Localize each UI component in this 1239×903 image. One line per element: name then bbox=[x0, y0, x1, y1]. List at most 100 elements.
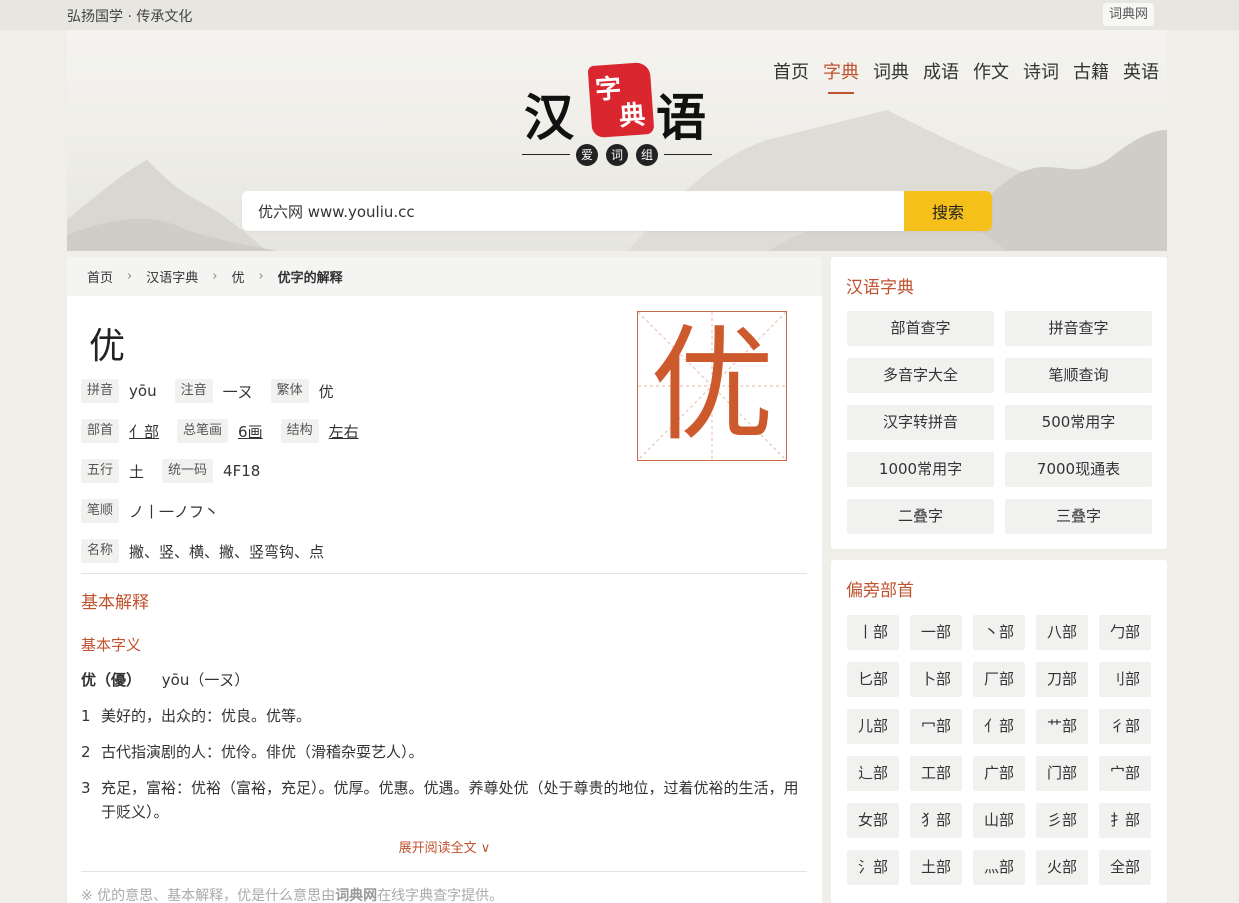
radical-link[interactable]: 扌部 bbox=[1099, 803, 1151, 838]
sidebar-link[interactable]: 部首查字 bbox=[847, 311, 994, 346]
sidebar-link[interactable]: 拼音查字 bbox=[1005, 311, 1152, 346]
source-note: ※ 优的意思、基本解释，优是什么意思由词典网在线字典查字提供。 bbox=[81, 888, 504, 903]
sidebar-link[interactable]: 汉字转拼音 bbox=[847, 405, 994, 440]
section-title-basic: 基本解释 bbox=[81, 593, 149, 613]
radical-link[interactable]: 门部 bbox=[1036, 756, 1088, 791]
search-input[interactable] bbox=[242, 191, 904, 231]
main-nav: 首页 字典 词典 成语 作文 诗词 古籍 英语 bbox=[773, 58, 1159, 94]
expand-full-text-link[interactable]: 展开阅读全文 ∨ bbox=[67, 837, 822, 856]
breadcrumb-home[interactable]: 首页 bbox=[87, 267, 113, 286]
sidebar-link[interactable]: 多音字大全 bbox=[847, 358, 994, 393]
sidebar-link[interactable]: 1000常用字 bbox=[847, 452, 994, 487]
pinyin-label: 拼音 bbox=[81, 379, 120, 403]
character-properties: 拼音 yōu 注音 一ㄡ 繁体 优 部首 亻部 总笔画 6画 结构 左右 五行 … bbox=[81, 371, 621, 571]
search-button[interactable]: 搜索 bbox=[904, 191, 992, 231]
site-logo[interactable]: 汉 字 典 语 爱 词 组 bbox=[522, 60, 712, 170]
nav-home[interactable]: 首页 bbox=[773, 58, 809, 94]
top-bar: 弘扬国学 · 传承文化 词典网 bbox=[0, 0, 1239, 30]
list-item: 3 充足，富裕：优裕（富裕，充足）。优厚。优惠。优遇。养尊处优（处于尊贵的地位，… bbox=[81, 779, 799, 821]
traditional-label: 繁体 bbox=[270, 379, 309, 403]
source-brand-link[interactable]: 词典网 bbox=[335, 888, 377, 903]
page-title: 优 bbox=[89, 326, 126, 367]
radical-link[interactable]: 火部 bbox=[1036, 850, 1088, 885]
radical-link[interactable]: 儿部 bbox=[847, 709, 899, 744]
sidebar-dictionary-panel: 汉语字典 部首查字 拼音查字 多音字大全 笔顺查询 汉字转拼音 500常用字 1… bbox=[831, 257, 1167, 549]
radical-link[interactable]: 亻部 bbox=[973, 709, 1025, 744]
nav-guji[interactable]: 古籍 bbox=[1073, 58, 1109, 94]
radical-link[interactable]: 彡部 bbox=[1036, 803, 1088, 838]
character-glyph: 优 bbox=[649, 314, 774, 458]
head-char: 优（優） bbox=[81, 671, 142, 689]
sidebar-link[interactable]: 笔顺查询 bbox=[1005, 358, 1152, 393]
unicode-value: 4F18 bbox=[223, 462, 261, 480]
stroke-names-value: 撇、竖、横、撇、竖弯钩、点 bbox=[129, 542, 325, 561]
radical-link[interactable]: 灬部 bbox=[973, 850, 1025, 885]
site-link[interactable]: 词典网 bbox=[1103, 3, 1155, 26]
subsection-title: 基本字义 bbox=[81, 636, 142, 654]
structure-link[interactable]: 左右 bbox=[329, 421, 359, 442]
radical-link[interactable]: 八部 bbox=[1036, 615, 1088, 650]
radical-link[interactable]: 刀部 bbox=[1036, 662, 1088, 697]
breadcrumb: 首页 › 汉语字典 › 优 › 优字的解释 bbox=[67, 257, 822, 296]
radical-link[interactable]: 丨部 bbox=[847, 615, 899, 650]
sidebar-link[interactable]: 7000现通表 bbox=[1005, 452, 1152, 487]
radical-links: 丨部 一部 丶部 八部 勹部 匕部 卜部 厂部 刀部 刂部 儿部 冖部 亻部 艹… bbox=[847, 615, 1151, 885]
radical-link[interactable]: 土部 bbox=[910, 850, 962, 885]
list-item: 1 美好的，出众的：优良。优等。 bbox=[81, 707, 312, 725]
radical-link[interactable]: 氵部 bbox=[847, 850, 899, 885]
logo-char-left: 汉 bbox=[524, 88, 574, 147]
radical-link[interactable]: 全部 bbox=[1099, 850, 1151, 885]
character-grid-display: 优 bbox=[637, 311, 787, 461]
stroke-order-label: 笔顺 bbox=[81, 499, 120, 523]
sidebar-link[interactable]: 500常用字 bbox=[1005, 405, 1152, 440]
radical-link[interactable]: 女部 bbox=[847, 803, 899, 838]
nav-cidian[interactable]: 词典 bbox=[873, 58, 909, 94]
pinyin-value: yōu bbox=[129, 382, 157, 400]
radical-link[interactable]: 亻部 bbox=[129, 421, 159, 442]
structure-label: 结构 bbox=[280, 419, 319, 443]
radical-link[interactable]: 刂部 bbox=[1099, 662, 1151, 697]
nav-chengyu[interactable]: 成语 bbox=[923, 58, 959, 94]
radical-link[interactable]: 冖部 bbox=[910, 709, 962, 744]
radical-link[interactable]: 广部 bbox=[973, 756, 1025, 791]
radical-link[interactable]: 彳部 bbox=[1099, 709, 1151, 744]
logo-char-right: 语 bbox=[656, 88, 706, 147]
strokes-link[interactable]: 6画 bbox=[238, 421, 263, 442]
nav-yingyu[interactable]: 英语 bbox=[1123, 58, 1159, 94]
radical-link[interactable]: 山部 bbox=[973, 803, 1025, 838]
radical-link[interactable]: 匕部 bbox=[847, 662, 899, 697]
divider bbox=[81, 871, 807, 872]
traditional-value: 优 bbox=[318, 382, 334, 401]
chevron-right-icon: › bbox=[127, 269, 133, 284]
panel-title: 偏旁部首 bbox=[846, 581, 914, 601]
radical-link[interactable]: 勹部 bbox=[1099, 615, 1151, 650]
radical-link[interactable]: 宀部 bbox=[1099, 756, 1151, 791]
radical-link[interactable]: 丶部 bbox=[973, 615, 1025, 650]
search-bar: 搜索 bbox=[242, 191, 992, 231]
nav-zidian[interactable]: 字典 bbox=[823, 58, 859, 94]
logo-seal: 字 典 bbox=[587, 61, 655, 139]
zhuyin-value: 一ㄡ bbox=[222, 382, 253, 401]
radical-link[interactable]: 厂部 bbox=[973, 662, 1025, 697]
zhuyin-label: 注音 bbox=[174, 379, 213, 403]
radical-link[interactable]: 卜部 bbox=[910, 662, 962, 697]
radical-link[interactable]: 一部 bbox=[910, 615, 962, 650]
breadcrumb-dict[interactable]: 汉语字典 bbox=[146, 267, 198, 286]
radical-link[interactable]: 工部 bbox=[910, 756, 962, 791]
sidebar-radicals-panel: 偏旁部首 丨部 一部 丶部 八部 勹部 匕部 卜部 厂部 刀部 刂部 儿部 冖部… bbox=[831, 560, 1167, 903]
radical-link[interactable]: 犭部 bbox=[910, 803, 962, 838]
logo-line-left bbox=[522, 154, 570, 155]
nav-zuowen[interactable]: 作文 bbox=[973, 58, 1009, 94]
wuxing-label: 五行 bbox=[81, 459, 120, 483]
panel-title: 汉语字典 bbox=[846, 278, 914, 298]
wuxing-value: 土 bbox=[129, 462, 145, 481]
sidebar-link[interactable]: 二叠字 bbox=[847, 499, 994, 534]
main-content: 首页 › 汉语字典 › 优 › 优字的解释 优 优 拼音 yōu 注音 一ㄡ 繁… bbox=[67, 257, 822, 903]
divider bbox=[81, 573, 807, 574]
definitions: 优（優） yōu（一ㄡ） 1 美好的，出众的：优良。优等。 2 古代指演剧的人：… bbox=[81, 669, 801, 836]
breadcrumb-char[interactable]: 优 bbox=[231, 267, 244, 286]
radical-link[interactable]: 辶部 bbox=[847, 756, 899, 791]
nav-shici[interactable]: 诗词 bbox=[1023, 58, 1059, 94]
radical-link[interactable]: 艹部 bbox=[1036, 709, 1088, 744]
sidebar-link[interactable]: 三叠字 bbox=[1005, 499, 1152, 534]
